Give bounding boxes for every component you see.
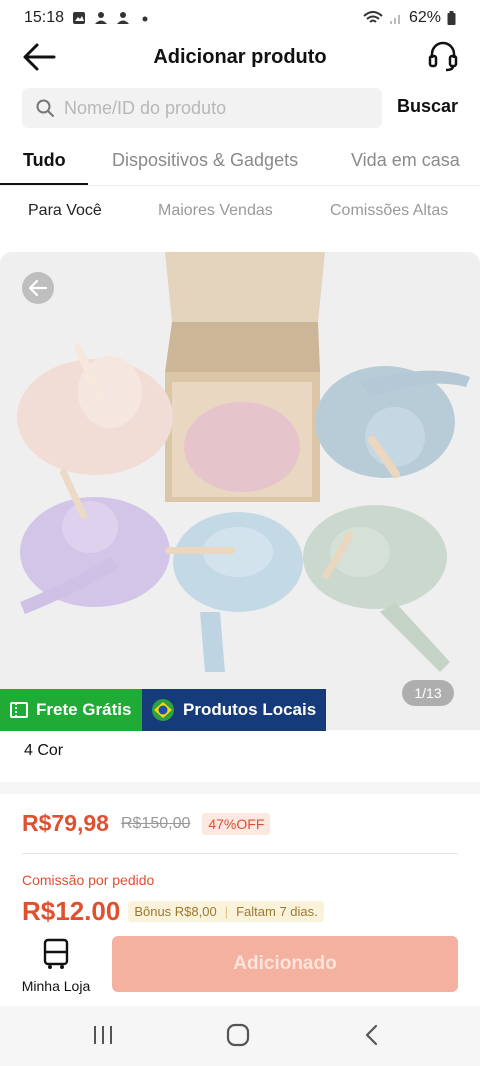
subtab-comissoes-altas[interactable]: Comissões Altas (330, 202, 448, 220)
subtab-maiores-vendas[interactable]: Maiores Vendas (158, 202, 273, 220)
headset-support-icon[interactable] (428, 40, 458, 72)
section-divider (0, 782, 480, 794)
arrow-left-icon (28, 279, 48, 297)
ticket-icon (10, 702, 28, 718)
my-store-label: Minha Loja (21, 978, 91, 994)
back-nav-icon[interactable] (362, 1022, 382, 1048)
more-notifications-dot-icon (142, 16, 148, 22)
bottom-action-bar: Minha Loja Adicionado (0, 932, 480, 1002)
battery-icon (447, 11, 456, 25)
signal-icon (389, 15, 400, 24)
search-box[interactable] (22, 88, 382, 128)
commission-row: R$12.00 Bônus R$8,00 | Faltam 7 dias. (22, 896, 324, 927)
system-navigation-bar (0, 1006, 480, 1066)
added-button[interactable]: Adicionado (112, 936, 458, 992)
search-button[interactable]: Buscar (397, 96, 458, 117)
gallery-notification-icon (73, 12, 86, 24)
original-price: R$150,00 (120, 814, 191, 832)
image-back-button[interactable] (22, 272, 54, 304)
free-shipping-label: Frete Grátis (36, 700, 132, 719)
product-badges: Frete Grátis Produtos Locais (0, 689, 326, 731)
free-shipping-badge: Frete Grátis (0, 689, 142, 731)
contact-notification-icon (95, 12, 108, 24)
category-tabs: Tudo Dispositivos & Gadgets Vida em casa (0, 140, 480, 186)
search-row: Buscar (0, 88, 480, 128)
back-arrow-icon[interactable] (22, 42, 56, 72)
local-products-badge: Produtos Locais (142, 689, 326, 731)
image-counter: 1/13 (402, 680, 454, 706)
bonus-separator: | (224, 904, 229, 919)
page-title: Adicionar produto (153, 45, 327, 68)
brazil-flag-icon (152, 699, 174, 721)
app-header: Adicionar produto (0, 36, 480, 78)
tab-tudo[interactable]: Tudo (23, 150, 66, 171)
status-time: 15:18 (24, 9, 65, 26)
product-image-carousel[interactable]: 1/13 (0, 252, 480, 730)
price-divider (22, 853, 458, 854)
battery-percentage: 62% (408, 9, 441, 26)
tab-vida-em-casa[interactable]: Vida em casa (351, 150, 460, 171)
contact-notification-icon (117, 12, 130, 24)
subtab-para-voce[interactable]: Para Você (28, 202, 102, 220)
bonus-tag: Bônus R$8,00 | Faltam 7 dias. (128, 901, 324, 922)
wifi-icon (363, 11, 383, 23)
store-luggage-icon (43, 938, 69, 969)
my-store-button[interactable]: Minha Loja (20, 938, 92, 994)
recent-apps-icon[interactable] (92, 1022, 114, 1048)
product-photo (17, 252, 470, 672)
status-bar: 15:18 62% (0, 0, 480, 36)
sub-tabs: Para Você Maiores Vendas Comissões Altas (0, 200, 480, 224)
home-icon[interactable] (226, 1022, 250, 1048)
search-icon (36, 99, 54, 117)
days-left: Faltam 7 dias. (236, 904, 318, 919)
variant-count: 4 Cor (24, 742, 64, 759)
active-tab-indicator (0, 183, 88, 185)
bonus-amount: Bônus R$8,00 (134, 904, 217, 919)
current-price: R$79,98 (22, 810, 109, 836)
search-input[interactable] (64, 97, 354, 119)
discount-badge: 47%OFF (202, 812, 271, 835)
tab-dispositivos-gadgets[interactable]: Dispositivos & Gadgets (112, 150, 298, 171)
local-products-label: Produtos Locais (183, 700, 317, 719)
commission-value: R$12.00 (22, 896, 121, 926)
commission-label: Comissão por pedido (22, 872, 155, 888)
price-row: R$79,98 R$150,00 47%OFF (22, 810, 271, 837)
